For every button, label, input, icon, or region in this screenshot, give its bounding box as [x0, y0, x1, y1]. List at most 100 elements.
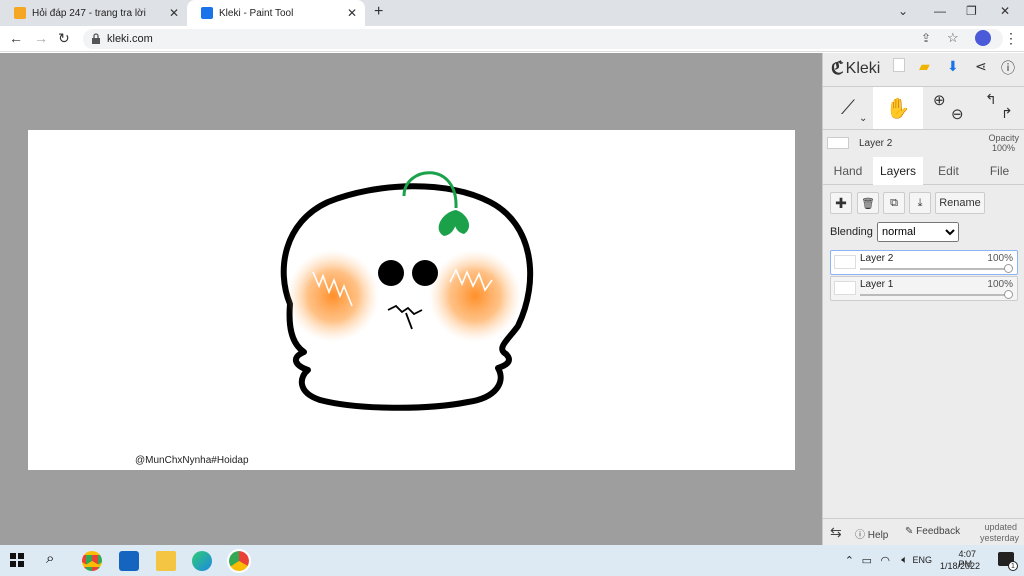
- menu-dots-icon[interactable]: ⋮: [1004, 30, 1018, 47]
- layer-name: Layer 1: [860, 279, 894, 290]
- tab-title: Hỏi đáp 247 - trang tra lời: [32, 7, 146, 19]
- chrome-icon[interactable]: [82, 551, 102, 571]
- search-icon[interactable]: ⌕: [46, 550, 66, 570]
- zoom-out-icon[interactable]: ⊖: [951, 105, 964, 123]
- duplicate-layer-button[interactable]: ⧉: [883, 192, 905, 214]
- clock-date[interactable]: 1/18/2022: [940, 561, 980, 571]
- url-text: kleki.com: [107, 33, 153, 45]
- share-icon[interactable]: ⋖: [975, 58, 987, 75]
- file-explorer-icon[interactable]: [156, 551, 176, 571]
- tab-layers[interactable]: Layers: [873, 157, 923, 185]
- watermark-text: @MunChxNynha#Hoidap: [135, 455, 249, 466]
- hand-tool[interactable]: ✋: [873, 87, 923, 129]
- layer-item[interactable]: Layer 2 100%: [830, 250, 1018, 275]
- swap-side-icon[interactable]: ⇆: [830, 524, 842, 541]
- profile-avatar[interactable]: [975, 30, 991, 46]
- close-tab-icon[interactable]: ✕: [347, 6, 357, 20]
- plus-icon: ✚: [835, 194, 847, 211]
- help-circle-icon[interactable]: ⓘ: [1001, 58, 1015, 78]
- layer-name: Layer 2: [860, 253, 894, 264]
- kleki-side-panel: ℭ Kleki ▰ ⬇ ⋖ ⓘ ⟋ ⌄ ✋ ⊕ ⊖ ↰ ↱ Layer 2 Op…: [822, 53, 1024, 545]
- rename-layer-button[interactable]: Rename: [935, 192, 985, 214]
- merge-layer-button[interactable]: ⤓: [909, 192, 931, 214]
- layer-item[interactable]: Layer 1 100%: [830, 276, 1018, 301]
- new-image-icon[interactable]: [893, 58, 905, 72]
- undo-redo: ↰ ↱: [975, 87, 1024, 129]
- back-icon[interactable]: ←: [9, 30, 23, 46]
- opacity-value: 100%: [991, 143, 1015, 153]
- slider-knob[interactable]: [1004, 290, 1013, 299]
- kleki-favicon-icon: [201, 7, 213, 19]
- drawing-canvas[interactable]: @MunChxNynha#Hoidap: [28, 130, 795, 470]
- add-layer-button[interactable]: ✚: [830, 192, 852, 214]
- layer-thumb: [834, 281, 856, 295]
- windows-start-icon[interactable]: [10, 553, 24, 567]
- close-tab-icon[interactable]: ✕: [169, 6, 179, 20]
- updated-line1: updated: [984, 522, 1017, 532]
- layer-opacity-slider[interactable]: [860, 268, 1009, 270]
- battery-icon[interactable]: ▭: [862, 554, 872, 567]
- volume-icon[interactable]: 🔈︎: [901, 554, 908, 567]
- zoom-controls: ⊕ ⊖: [923, 87, 975, 129]
- tab-hoidap[interactable]: Hỏi đáp 247 - trang tra lời ✕: [0, 0, 187, 26]
- kleki-logo-icon: ℭ: [831, 58, 844, 78]
- right-eye: [412, 260, 438, 286]
- feedback-button[interactable]: ✎ Feedback: [905, 526, 960, 537]
- layer-opacity: 100%: [987, 253, 1013, 264]
- forward-icon[interactable]: →: [34, 30, 48, 46]
- feedback-icon: ✎: [905, 526, 914, 537]
- delete-layer-button[interactable]: 🗑︎: [857, 192, 879, 214]
- merge-down-icon: ⤓: [917, 196, 923, 209]
- windows-taskbar: ⌕ ⌃ ▭ ◠ 🔈︎ ENG 4:07 PM 1/18/2022 1: [0, 545, 1024, 576]
- chevron-up-icon[interactable]: ⌃: [845, 554, 854, 567]
- updated-line2: yesterday: [979, 533, 1019, 543]
- download-icon[interactable]: ⬇: [947, 58, 959, 75]
- slider-knob[interactable]: [1004, 264, 1013, 273]
- drawing-artwork: [280, 171, 534, 411]
- lock-icon: [92, 33, 100, 44]
- browser-toolbar: ← → ↻ kleki.com ⇪ ☆ ⋮: [0, 26, 1024, 52]
- reload-icon[interactable]: ↻: [58, 30, 70, 47]
- zoom-in-icon[interactable]: ⊕: [933, 91, 946, 109]
- layer-preview-thumb: [827, 137, 849, 149]
- address-bar[interactable]: kleki.com ⇪ ☆: [83, 29, 1003, 49]
- left-blush: [287, 250, 379, 342]
- chevron-down-icon[interactable]: ⌄: [859, 113, 867, 124]
- left-eye: [378, 260, 404, 286]
- brand-name: Kleki: [845, 59, 881, 77]
- language-indicator[interactable]: ENG: [912, 555, 932, 565]
- current-layer-name: Layer 2: [859, 138, 893, 149]
- tab-title: Kleki - Paint Tool: [219, 7, 294, 19]
- edge-icon[interactable]: [192, 551, 212, 571]
- brush-tool[interactable]: ⟋ ⌄: [823, 87, 873, 129]
- canvas-workspace[interactable]: @MunChxNynha#Hoidap: [0, 53, 822, 545]
- wifi-icon[interactable]: ◠: [880, 554, 890, 567]
- duplicate-icon: ⧉: [890, 196, 898, 209]
- right-blush: [429, 250, 521, 342]
- blending-select[interactable]: normal: [877, 222, 959, 242]
- hoidap-favicon-icon: [14, 7, 26, 19]
- blending-label: Blending: [830, 226, 873, 238]
- tab-search-icon[interactable]: ⌄: [898, 4, 908, 18]
- tab-hand[interactable]: Hand: [823, 157, 873, 185]
- open-folder-icon[interactable]: ▰: [919, 58, 930, 75]
- bookmark-star-icon[interactable]: ☆: [947, 30, 959, 46]
- trash-icon: 🗑︎: [861, 197, 875, 210]
- tab-edit[interactable]: Edit: [923, 157, 974, 185]
- tab-kleki[interactable]: Kleki - Paint Tool ✕: [187, 0, 365, 26]
- panel-tabs: Hand Layers Edit File: [823, 157, 1024, 185]
- restore-icon[interactable]: ❐: [966, 4, 977, 18]
- new-tab-button[interactable]: +: [374, 3, 383, 21]
- layer-opacity-slider[interactable]: [860, 294, 1009, 296]
- redo-icon[interactable]: ↱: [1001, 105, 1013, 122]
- panel-footer: ⇆ ⓘ Help ✎ Feedback updated yesterday: [823, 518, 1024, 545]
- layer-opacity: 100%: [987, 279, 1013, 290]
- minimize-icon[interactable]: —: [934, 4, 946, 18]
- chrome-active-icon[interactable]: [227, 549, 251, 573]
- undo-icon[interactable]: ↰: [985, 91, 997, 108]
- close-window-icon[interactable]: ✕: [1000, 4, 1010, 18]
- share-icon[interactable]: ⇪: [921, 31, 931, 45]
- help-button[interactable]: ⓘ Help: [855, 526, 888, 541]
- tab-file[interactable]: File: [974, 157, 1024, 185]
- store-icon[interactable]: [119, 551, 139, 571]
